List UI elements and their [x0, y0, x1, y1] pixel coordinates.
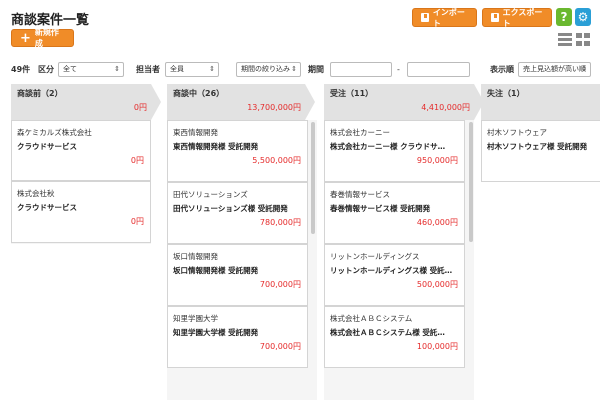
card-deal: 株式会社カーニー様 クラウドサ… [330, 142, 446, 151]
column-scrollbar[interactable] [311, 122, 315, 234]
deal-card[interactable]: 田代ソリューションズ 田代ソリューションズ様 受託開発 780,000円 [167, 182, 308, 244]
new-button[interactable]: + 新規作成 [11, 28, 74, 48]
column-body-won: 株式会社カーニー 株式会社カーニー様 クラウドサ… 950,000円 春巻情報サ… [324, 120, 474, 400]
export-icon [491, 13, 499, 22]
export-button[interactable]: エクスポート [482, 7, 552, 28]
sort-label: 表示順 [490, 65, 514, 74]
deal-card[interactable]: 春巻情報サービス 春巻情報サービス様 受託開発 460,000円 [324, 182, 465, 244]
card-client: 村木ソフトウェア [487, 128, 547, 137]
owner-select[interactable]: 全員 [165, 62, 219, 77]
column-title: 受注（11） [330, 89, 374, 98]
card-client: 坂口情報開発 [173, 252, 218, 261]
column-total: 4,410,000円 [421, 103, 470, 112]
deal-card[interactable]: リットンホールディングス リットンホールディングス様 受託… 500,000円 [324, 244, 465, 306]
period-separator: - [397, 65, 400, 74]
grid-view-icon[interactable] [576, 33, 590, 46]
card-client: 株式会社秋 [17, 189, 55, 198]
column-scrollbar[interactable] [469, 122, 473, 242]
card-amount: 5,500,000円 [252, 156, 301, 165]
card-client: 森ケミカルズ株式会社 [17, 128, 92, 137]
export-button-label: エクスポート [502, 7, 543, 28]
deal-card[interactable]: 株式会社ＡＢＣシステム 株式会社ＡＢＣシステム様 受託… 100,000円 [324, 306, 465, 368]
column-title: 失注（1） [487, 89, 525, 98]
card-amount: 700,000円 [259, 342, 301, 351]
card-deal: 春巻情報サービス様 受託開発 [330, 204, 431, 213]
import-button-label: インポート [432, 7, 465, 28]
list-view-icon[interactable] [558, 33, 572, 46]
card-deal: リットンホールディングス様 受託… [330, 266, 453, 275]
owner-label: 担当者 [136, 65, 160, 74]
card-client: 株式会社ＡＢＣシステム [330, 314, 413, 323]
card-client: 春巻情報サービス [330, 190, 390, 199]
card-amount: 0円 [130, 217, 144, 226]
card-client: 株式会社カーニー [330, 128, 390, 137]
column-body-pre-negotiation: 森ケミカルズ株式会社 クラウドサービス 0円 株式会社秋 クラウドサービス 0円 [11, 120, 151, 244]
column-header-won: 受注（11） 4,410,000円 [324, 84, 484, 120]
plus-icon: + [20, 30, 31, 46]
card-amount: 950,000円 [416, 156, 458, 165]
deal-card[interactable]: 村木ソフトウェア 村木ソフトウェア様 受託開発 [481, 120, 600, 182]
card-deal: 株式会社ＡＢＣシステム様 受託… [330, 328, 445, 337]
gear-icon: ⚙ [577, 10, 589, 24]
card-deal: クラウドサービス [17, 142, 77, 151]
deal-card[interactable]: 株式会社秋 クラウドサービス 0円 [11, 181, 151, 243]
card-amount: 500,000円 [416, 280, 458, 289]
deal-card[interactable]: 坂口情報開発 坂口情報開発様 受託開発 700,000円 [167, 244, 308, 306]
column-body-lost: 村木ソフトウェア 村木ソフトウェア様 受託開発 [481, 120, 600, 182]
column-header-lost: 失注（1） [481, 84, 600, 120]
settings-button[interactable]: ⚙ [575, 8, 591, 26]
category-label: 区分 [38, 65, 54, 74]
card-amount: 0円 [130, 156, 144, 165]
period-filter-select[interactable]: 期間の絞り込み [236, 62, 301, 77]
card-amount: 780,000円 [259, 218, 301, 227]
card-client: 知里学園大学 [173, 314, 218, 323]
card-amount: 100,000円 [416, 342, 458, 351]
card-deal: 知里学園大学様 受託開発 [173, 328, 259, 337]
deal-card[interactable]: 知里学園大学 知里学園大学様 受託開発 700,000円 [167, 306, 308, 368]
column-header-in-negotiation: 商談中（26） 13,700,000円 [167, 84, 315, 120]
card-amount: 460,000円 [416, 218, 458, 227]
card-amount: 700,000円 [259, 280, 301, 289]
page-title: 商談案件一覧 [11, 13, 90, 28]
result-count: 49件 [11, 65, 31, 74]
import-icon [421, 13, 429, 22]
column-total: 13,700,000円 [247, 103, 301, 112]
period-from-input[interactable] [330, 62, 392, 77]
deal-card[interactable]: 森ケミカルズ株式会社 クラウドサービス 0円 [11, 120, 151, 181]
filter-bar: 49件 区分 全て 担当者 全員 期間の絞り込み 期間 - 表示順 売上見込額が… [0, 62, 600, 78]
card-deal: 村木ソフトウェア様 受託開発 [487, 142, 588, 151]
card-client: 東西情報開発 [173, 128, 218, 137]
card-deal: 坂口情報開発様 受託開発 [173, 266, 259, 275]
new-button-label: 新規作成 [34, 28, 59, 48]
column-title: 商談中（26） [173, 89, 225, 98]
deal-card[interactable]: 株式会社カーニー 株式会社カーニー様 クラウドサ… 950,000円 [324, 120, 465, 182]
sort-select[interactable]: 売上見込額が高い順 [518, 62, 591, 77]
column-total: 0円 [133, 103, 147, 112]
category-select[interactable]: 全て [58, 62, 124, 77]
import-button[interactable]: インポート [412, 7, 477, 28]
column-body-in-negotiation: 東西情報開発 東西情報開発様 受託開発 5,500,000円 田代ソリューション… [167, 120, 317, 400]
card-deal: クラウドサービス [17, 203, 77, 212]
card-client: リットンホールディングス [330, 252, 420, 261]
card-deal: 田代ソリューションズ様 受託開発 [173, 204, 288, 213]
help-button[interactable]: ? [556, 8, 572, 26]
card-client: 田代ソリューションズ [173, 190, 248, 199]
deal-card[interactable]: 東西情報開発 東西情報開発様 受託開発 5,500,000円 [167, 120, 308, 182]
card-deal: 東西情報開発様 受託開発 [173, 142, 259, 151]
period-to-input[interactable] [407, 62, 470, 77]
column-header-pre-negotiation: 商談前（2） 0円 [11, 84, 161, 120]
period-label: 期間 [308, 65, 324, 74]
column-title: 商談前（2） [17, 89, 63, 98]
